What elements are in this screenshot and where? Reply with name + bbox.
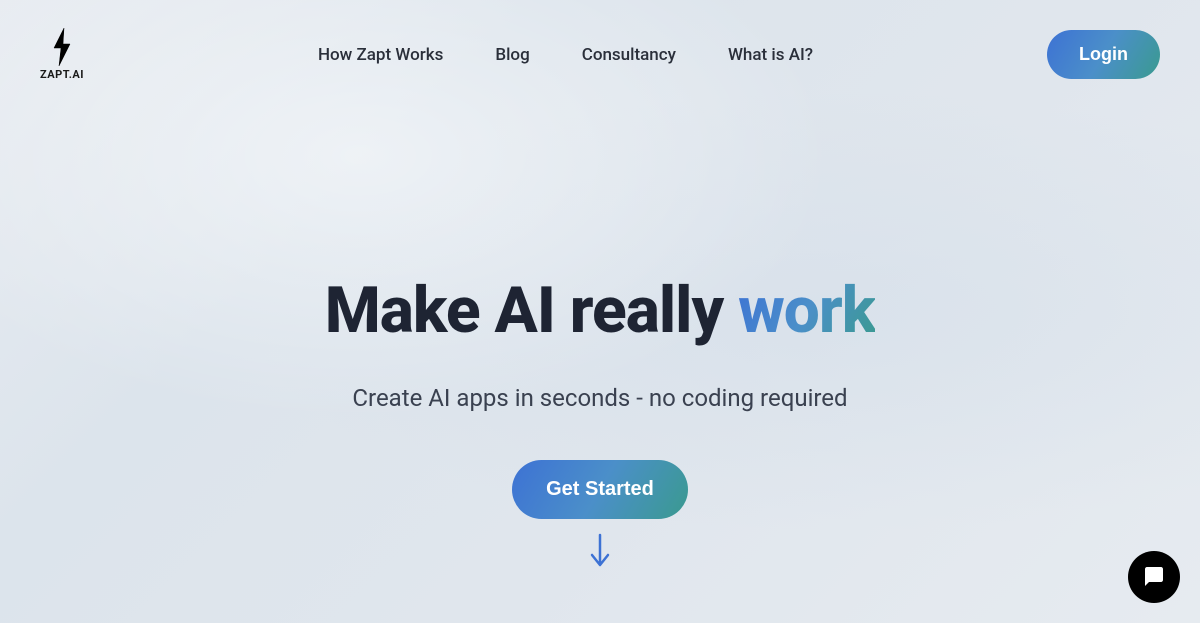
main-nav: How Zapt Works Blog Consultancy What is …: [318, 45, 813, 65]
nav-how-zapt-works[interactable]: How Zapt Works: [318, 45, 443, 65]
chat-icon: [1141, 564, 1167, 590]
login-button[interactable]: Login: [1047, 30, 1160, 79]
hero-title-prefix: Make AI really: [325, 273, 738, 348]
chat-widget-button[interactable]: [1128, 551, 1180, 603]
logo-text: ZAPT.AI: [40, 68, 84, 81]
hero-section: Make AI really work Create AI apps in se…: [0, 276, 1200, 569]
arrow-down-icon: [586, 533, 614, 569]
nav-consultancy[interactable]: Consultancy: [582, 45, 676, 65]
lightning-bolt-icon: [50, 28, 74, 66]
logo[interactable]: ZAPT.AI: [40, 28, 84, 81]
hero-subtitle: Create AI apps in seconds - no coding re…: [0, 384, 1200, 412]
header: ZAPT.AI How Zapt Works Blog Consultancy …: [0, 0, 1200, 81]
nav-blog[interactable]: Blog: [495, 45, 529, 65]
hero-title-accent: work: [738, 273, 875, 348]
nav-what-is-ai[interactable]: What is AI?: [728, 45, 813, 65]
scroll-down-indicator[interactable]: [0, 533, 1200, 569]
hero-title: Make AI really work: [0, 276, 1200, 346]
get-started-button[interactable]: Get Started: [512, 460, 688, 519]
